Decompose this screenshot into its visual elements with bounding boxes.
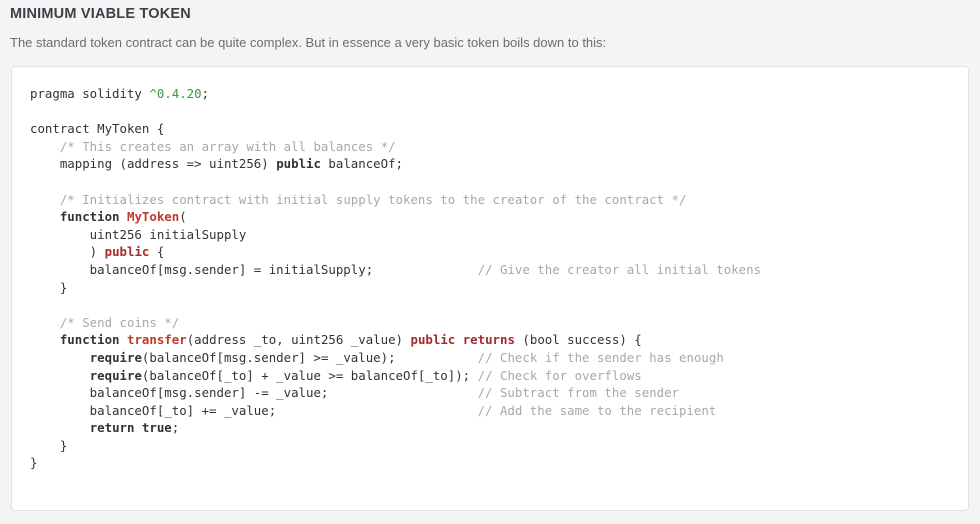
code-token-kw-bold: return <box>89 420 135 436</box>
intro-paragraph: The standard token contract can be quite… <box>10 35 607 50</box>
code-token-plain: balanceOf; <box>320 156 404 172</box>
code-token-comment: // Check if the sender has enough <box>477 349 724 365</box>
code-scroll-area[interactable]: pragma solidity ^0.4.20; contract MyToke… <box>12 67 968 510</box>
code-token-kw-bold: function <box>59 332 120 348</box>
code-line: balanceOf[msg.sender] = initialSupply; /… <box>30 262 761 277</box>
code-block: pragma solidity ^0.4.20; contract MyToke… <box>11 66 969 511</box>
code-token-plain: ; <box>201 86 210 101</box>
code-token-comment: // Add the same to the recipient <box>477 402 717 418</box>
code-token-comment: /* Send coins */ <box>59 314 180 330</box>
code-token-kw-bold: public <box>276 156 321 172</box>
page-title: MINIMUM VIABLE TOKEN <box>10 6 191 22</box>
code-line: /* Send coins */ <box>30 315 179 330</box>
code-token-plain: ; <box>171 420 180 436</box>
code-line: } <box>30 280 67 295</box>
code-line: balanceOf[msg.sender] -= _value; // Subt… <box>30 385 679 400</box>
code-token-kw-red: public <box>410 332 456 348</box>
code-token-plain: ) <box>30 244 105 260</box>
code-line: require(balanceOf[msg.sender] >= _value)… <box>30 350 724 365</box>
code-token-plain: pragma solidity <box>30 86 150 101</box>
code-token-plain: } <box>30 455 38 471</box>
code-token-plain: (address _to, uint256 _value) <box>186 332 411 348</box>
code-token-plain: } <box>30 279 68 295</box>
code-token-kw-red: public <box>104 244 150 260</box>
code-line: uint256 initialSupply <box>30 226 247 242</box>
code-token-kw-bold: require <box>89 367 142 383</box>
code-token-kw-bold: true <box>141 420 172 436</box>
code-token-comment: // Check for overflows <box>477 367 642 383</box>
code-token-comment: // Subtract from the sender <box>477 385 680 401</box>
code-token-plain: { <box>149 244 165 260</box>
code-line: require(balanceOf[_to] + _value >= balan… <box>30 368 642 383</box>
code-token-fn-red: MyToken <box>127 209 180 225</box>
code-token-plain: uint256 initialSupply <box>30 226 247 242</box>
code-token-plain: balanceOf[_to] += _value; <box>30 402 478 418</box>
code-token-plain: ( <box>179 209 187 225</box>
code-token-plain: mapping (address => uint256) <box>30 156 277 172</box>
code-token-plain: balanceOf[msg.sender] -= _value; <box>30 385 478 401</box>
code-token-kw-red: returns <box>462 332 515 348</box>
code-token-fn-red: transfer <box>127 332 187 348</box>
code-token-plain: balanceOf[msg.sender] = initialSupply; <box>30 261 478 277</box>
code-token-kw-bold: require <box>89 349 142 365</box>
code-line: function MyToken( <box>30 209 187 224</box>
code-line: mapping (address => uint256) public bala… <box>30 156 403 171</box>
code-line: function transfer(address _to, uint256 _… <box>30 332 642 347</box>
code-line: /* This creates an array with all balanc… <box>30 139 396 154</box>
code-line: pragma solidity ^0.4.20; <box>30 86 209 101</box>
page-root: MINIMUM VIABLE TOKEN The standard token … <box>0 0 980 524</box>
code-line: } <box>30 455 37 470</box>
code-token-comment: /* Initializes contract with initial sup… <box>59 191 687 207</box>
code-line: contract MyToken { <box>30 121 164 136</box>
solidity-code-listing: pragma solidity ^0.4.20; contract MyToke… <box>12 85 968 472</box>
code-line: } <box>30 438 67 453</box>
code-token-plain: (balanceOf[_to] + _value >= balanceOf[_t… <box>141 367 478 383</box>
code-token-plain: } <box>30 437 68 453</box>
code-token-plain: (bool success) { <box>514 332 642 348</box>
code-token-plain: contract MyToken { <box>30 121 165 137</box>
code-token-comment: /* This creates an array with all balanc… <box>59 138 396 154</box>
code-token-number: ^0.4.20 <box>149 86 202 101</box>
code-line: return true; <box>30 420 180 436</box>
code-token-kw-bold: function <box>59 209 120 225</box>
code-line: /* Initializes contract with initial sup… <box>30 191 687 207</box>
code-token-plain: (balanceOf[msg.sender] >= _value); <box>141 349 478 365</box>
code-line: ) public { <box>30 244 165 260</box>
code-token-comment: // Give the creator all initial tokens <box>477 261 762 277</box>
code-line: balanceOf[_to] += _value; // Add the sam… <box>30 402 717 418</box>
